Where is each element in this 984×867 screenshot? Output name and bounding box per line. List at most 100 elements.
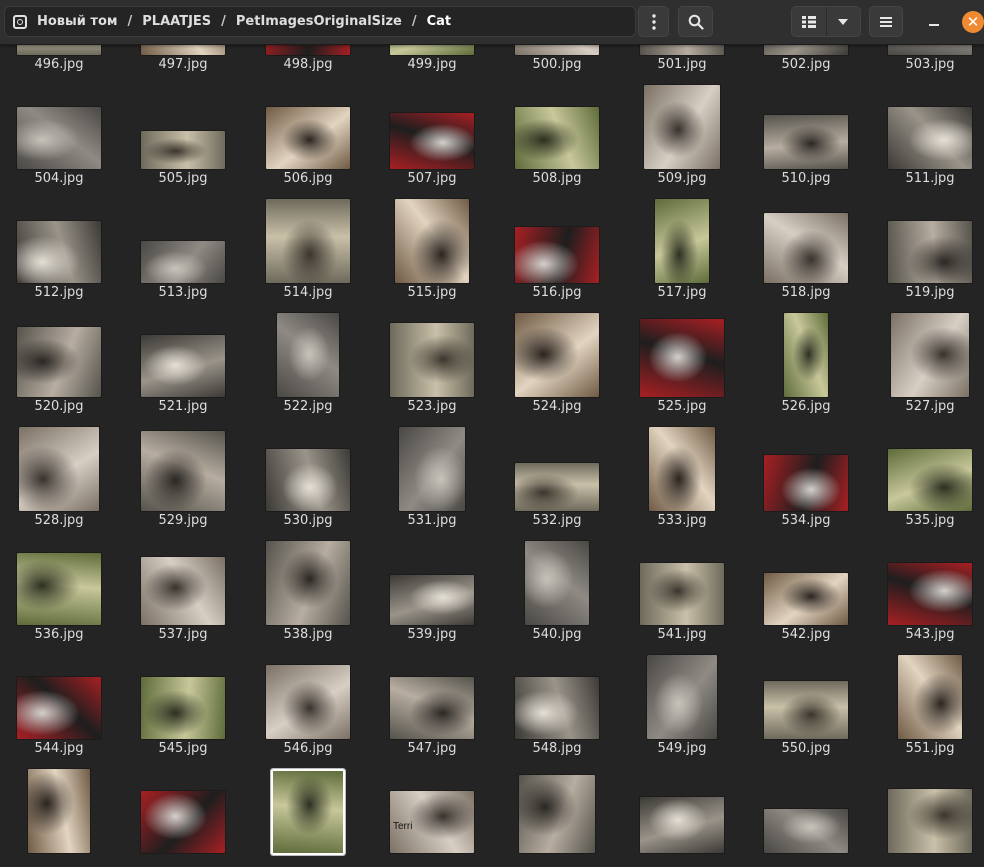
close-button[interactable]: ✕ bbox=[962, 11, 984, 33]
image-thumbnail[interactable] bbox=[17, 553, 101, 625]
file-item[interactable]: 529.jpg bbox=[121, 411, 245, 528]
image-thumbnail[interactable] bbox=[266, 665, 350, 739]
file-item[interactable]: 548.jpg bbox=[495, 639, 619, 756]
image-thumbnail[interactable] bbox=[515, 677, 599, 739]
minimize-button[interactable] bbox=[924, 12, 944, 32]
image-thumbnail[interactable] bbox=[891, 313, 969, 397]
image-thumbnail[interactable] bbox=[525, 541, 589, 625]
file-item[interactable]: 527.jpg bbox=[868, 297, 984, 414]
image-thumbnail[interactable] bbox=[898, 655, 962, 739]
image-thumbnail[interactable] bbox=[141, 335, 225, 397]
image-thumbnail[interactable] bbox=[764, 115, 848, 169]
image-thumbnail[interactable] bbox=[515, 463, 599, 511]
image-thumbnail[interactable] bbox=[888, 107, 972, 169]
file-item[interactable]: 540.jpg bbox=[495, 525, 619, 642]
file-item[interactable]: 551.jpg bbox=[868, 639, 984, 756]
image-thumbnail[interactable] bbox=[640, 319, 724, 397]
file-item[interactable] bbox=[620, 753, 744, 867]
file-item[interactable]: 520.jpg bbox=[0, 297, 121, 414]
file-item[interactable]: 550.jpg bbox=[744, 639, 868, 756]
image-thumbnail[interactable] bbox=[764, 455, 848, 511]
image-thumbnail[interactable] bbox=[141, 131, 225, 169]
image-thumbnail[interactable] bbox=[515, 227, 599, 283]
image-thumbnail[interactable] bbox=[141, 241, 225, 283]
image-thumbnail[interactable] bbox=[764, 213, 848, 283]
file-item[interactable] bbox=[121, 753, 245, 867]
file-item[interactable]: 518.jpg bbox=[744, 183, 868, 300]
file-item[interactable]: 523.jpg bbox=[370, 297, 494, 414]
image-thumbnail[interactable] bbox=[647, 655, 717, 739]
image-thumbnail[interactable] bbox=[17, 107, 101, 169]
file-item[interactable]: 530.jpg bbox=[246, 411, 370, 528]
file-item[interactable]: 544.jpg bbox=[0, 639, 121, 756]
image-thumbnail[interactable] bbox=[515, 107, 599, 169]
file-item[interactable]: 508.jpg bbox=[495, 69, 619, 186]
drive-icon[interactable] bbox=[13, 14, 27, 29]
file-item[interactable]: 510.jpg bbox=[744, 69, 868, 186]
image-thumbnail[interactable] bbox=[141, 791, 225, 853]
main-menu-button[interactable] bbox=[869, 6, 903, 37]
file-item[interactable]: 516.jpg bbox=[495, 183, 619, 300]
list-view-button[interactable] bbox=[792, 7, 826, 36]
view-options-dropdown[interactable] bbox=[825, 7, 861, 36]
image-thumbnail[interactable] bbox=[390, 113, 474, 169]
image-thumbnail[interactable] bbox=[764, 681, 848, 739]
breadcrumb-item-cat[interactable]: Cat bbox=[423, 14, 456, 29]
image-thumbnail[interactable] bbox=[784, 313, 828, 397]
image-thumbnail[interactable] bbox=[395, 199, 469, 283]
file-item[interactable]: 537.jpg bbox=[121, 525, 245, 642]
image-thumbnail[interactable] bbox=[277, 313, 339, 397]
file-item[interactable]: 547.jpg bbox=[370, 639, 494, 756]
file-item[interactable]: 509.jpg bbox=[620, 69, 744, 186]
file-item[interactable] bbox=[744, 753, 868, 867]
file-item[interactable]: 521.jpg bbox=[121, 297, 245, 414]
image-thumbnail[interactable] bbox=[888, 563, 972, 625]
image-thumbnail[interactable] bbox=[888, 789, 972, 853]
image-thumbnail[interactable] bbox=[655, 199, 709, 283]
file-item[interactable]: 524.jpg bbox=[495, 297, 619, 414]
file-item[interactable]: 515.jpg bbox=[370, 183, 494, 300]
image-thumbnail[interactable] bbox=[266, 107, 350, 169]
image-thumbnail[interactable] bbox=[640, 797, 724, 853]
image-thumbnail[interactable] bbox=[640, 563, 724, 625]
image-thumbnail[interactable] bbox=[519, 775, 595, 853]
file-item[interactable]: 549.jpg bbox=[620, 639, 744, 756]
path-menu-button[interactable] bbox=[638, 6, 669, 37]
image-thumbnail[interactable] bbox=[19, 427, 99, 511]
breadcrumb-item-petimages[interactable]: PetImagesOriginalSize bbox=[232, 14, 406, 29]
file-item[interactable] bbox=[0, 753, 121, 867]
image-thumbnail[interactable] bbox=[273, 771, 343, 853]
file-item[interactable]: 504.jpg bbox=[0, 69, 121, 186]
file-item[interactable]: 533.jpg bbox=[620, 411, 744, 528]
image-thumbnail[interactable] bbox=[141, 431, 225, 511]
file-item[interactable]: 543.jpg bbox=[868, 525, 984, 642]
image-thumbnail[interactable]: Terri bbox=[390, 791, 474, 853]
file-item[interactable]: 546.jpg bbox=[246, 639, 370, 756]
file-item[interactable] bbox=[246, 753, 370, 867]
file-item[interactable]: 545.jpg bbox=[121, 639, 245, 756]
file-item[interactable]: 514.jpg bbox=[246, 183, 370, 300]
image-thumbnail[interactable] bbox=[141, 677, 225, 739]
file-item[interactable]: 506.jpg bbox=[246, 69, 370, 186]
image-thumbnail[interactable] bbox=[644, 85, 720, 169]
image-thumbnail[interactable] bbox=[390, 575, 474, 625]
file-item[interactable]: 517.jpg bbox=[620, 183, 744, 300]
file-item[interactable]: 505.jpg bbox=[121, 69, 245, 186]
image-thumbnail[interactable] bbox=[399, 427, 465, 511]
file-item[interactable] bbox=[495, 753, 619, 867]
file-item[interactable]: 538.jpg bbox=[246, 525, 370, 642]
file-item[interactable]: 526.jpg bbox=[744, 297, 868, 414]
image-thumbnail[interactable] bbox=[888, 449, 972, 511]
image-thumbnail[interactable] bbox=[17, 677, 101, 739]
image-thumbnail[interactable] bbox=[649, 427, 715, 511]
file-item[interactable]: 541.jpg bbox=[620, 525, 744, 642]
file-item[interactable]: 532.jpg bbox=[495, 411, 619, 528]
file-item[interactable]: 542.jpg bbox=[744, 525, 868, 642]
file-item[interactable]: 519.jpg bbox=[868, 183, 984, 300]
file-item[interactable]: 528.jpg bbox=[0, 411, 121, 528]
image-thumbnail[interactable] bbox=[266, 199, 350, 283]
image-thumbnail[interactable] bbox=[764, 809, 848, 853]
file-item[interactable]: 511.jpg bbox=[868, 69, 984, 186]
file-item[interactable]: 522.jpg bbox=[246, 297, 370, 414]
image-thumbnail[interactable] bbox=[28, 769, 90, 853]
